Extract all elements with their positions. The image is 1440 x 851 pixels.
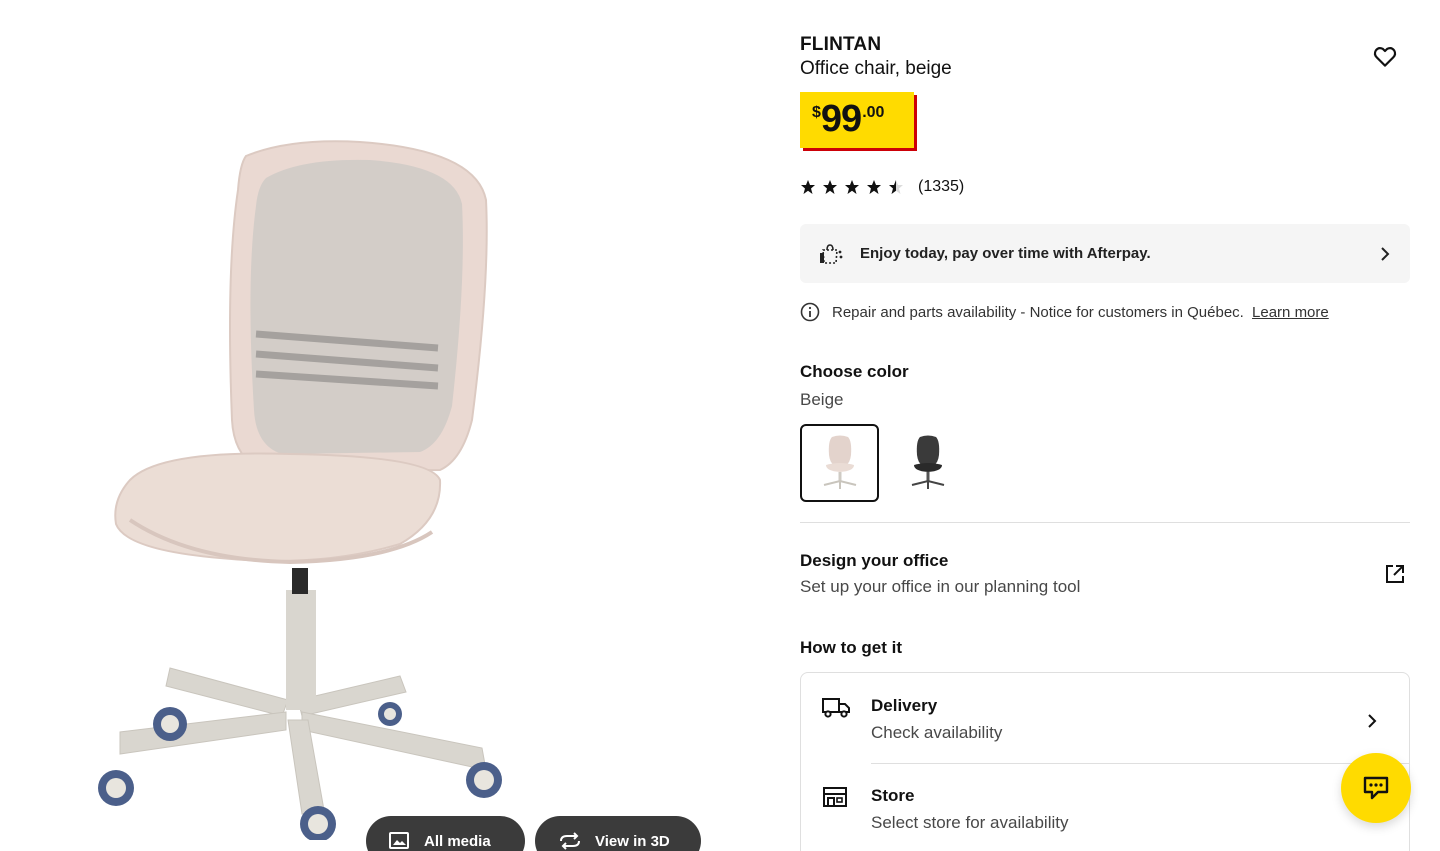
star-icon xyxy=(867,180,881,194)
chat-button[interactable] xyxy=(1341,753,1411,823)
product-name: FLINTAN xyxy=(800,34,882,55)
star-icon xyxy=(801,180,815,194)
chevron-right-icon xyxy=(1368,714,1377,728)
delivery-title: Delivery xyxy=(871,696,938,715)
design-subtitle: Set up your office in our planning tool xyxy=(800,577,1081,596)
chair-thumbnail-black xyxy=(911,435,944,489)
product-media: All media View in 3D xyxy=(0,0,760,851)
price-currency: $ xyxy=(812,104,821,121)
color-swatch-beige[interactable] xyxy=(800,424,879,502)
section-divider xyxy=(800,522,1410,523)
store-title: Store xyxy=(871,786,915,805)
fulfillment-options: Delivery Check availability Store Select… xyxy=(800,672,1410,851)
learn-more-link[interactable]: Learn more xyxy=(1252,304,1329,321)
rating-count: (1335) xyxy=(918,178,965,195)
view-in-3d-button[interactable]: View in 3D xyxy=(535,816,701,851)
repair-notice: Repair and parts availability - Notice f… xyxy=(800,302,1329,322)
rotate-3d-icon xyxy=(560,832,580,850)
product-image[interactable] xyxy=(70,120,530,840)
delivery-subtitle: Check availability xyxy=(871,723,1003,742)
selected-color: Beige xyxy=(800,390,844,409)
star-icon xyxy=(889,180,903,194)
how-to-get-title: How to get it xyxy=(800,638,902,657)
chair-thumbnail-beige xyxy=(823,435,856,489)
delivery-option[interactable]: Delivery Check availability xyxy=(801,673,1409,759)
afterpay-bag-icon xyxy=(820,243,843,264)
store-icon xyxy=(823,787,847,807)
price-integer: 99 xyxy=(820,98,862,140)
rating-stars xyxy=(800,179,904,195)
color-swatch-black[interactable] xyxy=(888,424,967,502)
all-media-button[interactable]: All media xyxy=(366,816,525,851)
store-subtitle: Select store for availability xyxy=(871,813,1069,832)
design-title: Design your office xyxy=(800,551,949,570)
price-decimal: .00 xyxy=(862,104,885,121)
afterpay-banner[interactable]: Enjoy today, pay over time with Afterpay… xyxy=(800,224,1410,283)
heart-icon[interactable] xyxy=(1372,44,1398,70)
view-in-3d-label: View in 3D xyxy=(595,832,670,850)
afterpay-text: Enjoy today, pay over time with Afterpay… xyxy=(860,245,1151,262)
star-icon xyxy=(823,180,837,194)
product-description: Office chair, beige xyxy=(800,58,952,79)
chat-icon xyxy=(1363,776,1389,800)
star-icon xyxy=(845,180,859,194)
notice-text: Repair and parts availability - Notice f… xyxy=(832,303,1244,321)
price-tag: $ 99 .00 xyxy=(800,92,914,148)
info-icon xyxy=(800,302,820,322)
chevron-right-icon xyxy=(1381,246,1390,261)
store-option[interactable]: Store Select store for availability xyxy=(801,763,1409,849)
product-info-panel: FLINTAN Office chair, beige $ 99 .00 (13… xyxy=(800,0,1410,851)
rating[interactable]: (1335) xyxy=(800,178,964,196)
all-media-label: All media xyxy=(424,832,491,850)
gallery-icon xyxy=(389,832,409,849)
truck-icon xyxy=(822,698,850,718)
external-link-icon[interactable] xyxy=(1384,563,1406,585)
choose-color-title: Choose color xyxy=(800,362,909,381)
